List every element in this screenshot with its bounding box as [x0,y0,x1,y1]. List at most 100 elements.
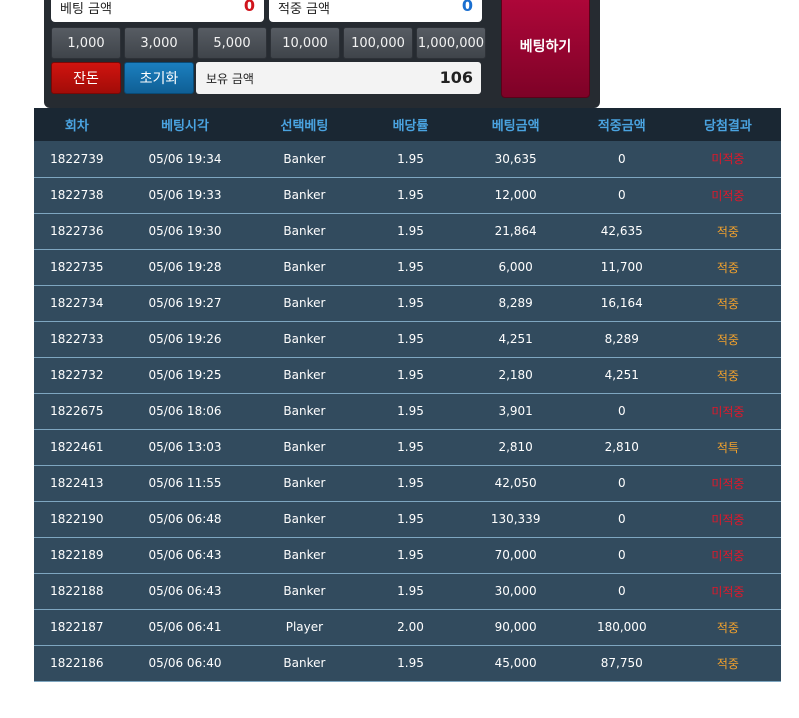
chip-1000000-button[interactable]: 1,000,000 [416,27,486,59]
cell-win-amount: 8,289 [604,332,639,346]
cell-bet-amount: 30,635 [494,151,537,166]
cell-bet-amount: 6,000 [498,260,533,274]
cell-bet-amount: 45,000 [494,656,537,670]
cell-bet-amount: 8,289 [498,296,533,310]
cell-win-amount: 0 [617,188,626,202]
table-row: 1822739 05/06 19:34 Banker 1.95 30,635 0 미적중 [34,141,781,177]
cell-win-amount: 180,000 [596,620,647,634]
cell-pick: Banker [283,188,326,202]
cell-round: 1822675 [50,404,104,418]
header-time: 베팅시각 [161,119,209,134]
cell-pick: Banker [283,260,326,274]
cell-round: 1822733 [50,332,104,346]
cell-odds: 1.95 [397,151,424,166]
cell-pick: Banker [283,440,326,454]
cell-round: 1822732 [50,368,104,382]
table-row: 1822188 05/06 06:43 Banker 1.95 30,000 0 미적중 [34,573,781,609]
table-row: 1822190 05/06 06:48 Banker 1.95 130,339 0 미적중 [34,501,781,537]
cell-round: 1822188 [50,584,104,598]
cell-time: 05/06 06:40 [148,656,222,670]
cell-result: 적특 [716,440,739,455]
bet-amount-value: 0 [243,0,255,15]
table-row: 1822186 05/06 06:40 Banker 1.95 45,000 87,750… [34,645,781,681]
cell-result: 미적중 [711,512,745,527]
bet-amount-field: 베팅 금액 0 [51,0,264,22]
cell-round: 1822739 [50,151,104,166]
chip-3000-button[interactable]: 3,000 [124,27,194,59]
win-amount-field: 적중 금액 0 [269,0,482,22]
header-bet: 베팅금액 [491,119,540,134]
table-row: 1822734 05/06 19:27 Banker 1.95 8,289 16,164 적… [34,285,781,321]
cell-win-amount: 2,810 [604,440,639,454]
cell-round: 1822736 [50,224,104,238]
place-bet-button[interactable]: 베팅하기 [501,0,590,98]
table-header-row: 회차 베팅시각 선택베팅 배당률 베팅금액 적중금액 당첨결과 [34,108,781,141]
cell-win-amount: 0 [617,512,626,526]
cell-result: 적중 [716,260,739,275]
chip-1000-button[interactable]: 1,000 [51,27,121,59]
cell-pick: Banker [283,548,326,562]
cell-odds: 1.95 [397,368,424,382]
cell-round: 1822189 [50,548,104,562]
cell-pick: Banker [283,332,326,346]
cell-round: 1822734 [50,296,104,310]
cell-win-amount: 0 [617,476,626,490]
cell-win-amount: 0 [617,404,626,418]
cell-time: 05/06 06:48 [148,512,222,526]
cell-bet-amount: 4,251 [498,332,533,346]
cell-win-amount: 4,251 [604,368,639,382]
cell-time: 05/06 06:43 [148,548,222,562]
cell-win-amount: 0 [617,151,626,166]
cell-round: 1822186 [50,656,104,670]
cell-win-amount: 42,635 [600,224,643,238]
cell-result: 미적중 [711,476,745,491]
cell-result: 적중 [716,332,739,347]
cell-bet-amount: 2,180 [498,368,533,382]
cell-round: 1822190 [50,512,104,526]
cell-result: 미적중 [711,584,745,599]
cell-bet-amount: 12,000 [494,188,537,202]
cell-time: 05/06 19:26 [148,332,222,346]
cell-odds: 1.95 [397,548,424,562]
header-pick: 선택베팅 [280,119,329,134]
table-row: 1822187 05/06 06:41 Player 2.00 90,000 180,00… [34,609,781,645]
cell-bet-amount: 42,050 [494,476,537,490]
cell-bet-amount: 2,810 [498,440,533,454]
cell-odds: 1.95 [397,440,424,454]
table-row: 1822732 05/06 19:25 Banker 1.95 2,180 4,251 적중 [34,357,781,393]
cell-time: 05/06 11:55 [148,476,222,490]
bet-panel: 베팅 금액 0 적중 금액 0 1,000 3,000 5,000 10,000… [44,0,600,108]
cell-odds: 1.95 [397,512,424,526]
table-row: 1822189 05/06 06:43 Banker 1.95 70,000 0 미적중 [34,537,781,573]
chip-10000-button[interactable]: 10,000 [270,27,340,59]
cell-odds: 2.00 [397,620,424,634]
reset-button[interactable]: 초기화 [124,62,194,94]
chip-5000-button[interactable]: 5,000 [197,27,267,59]
cell-odds: 1.95 [397,188,424,202]
cell-odds: 1.95 [397,476,424,490]
header-win: 적중금액 [597,119,646,134]
cell-odds: 1.95 [397,296,424,310]
cell-result: 미적중 [711,152,745,167]
chip-100000-button[interactable]: 100,000 [343,27,413,59]
cell-time: 05/06 19:28 [148,260,222,274]
balance-button[interactable]: 잔돈 [51,62,121,94]
cell-result: 적중 [716,296,739,311]
cell-result: 적중 [716,656,739,671]
holding-amount-label: 보유 금액 [206,72,254,86]
cell-win-amount: 0 [617,584,626,598]
bet-amount-label: 베팅 금액 [60,2,112,17]
cell-result: 적중 [716,368,739,383]
cell-bet-amount: 130,339 [490,512,541,526]
header-result: 당첨결과 [703,119,752,134]
cell-time: 05/06 19:25 [148,368,222,382]
cell-pick: Player [285,620,324,634]
win-amount-value: 0 [461,0,473,15]
cell-result: 미적중 [711,188,745,203]
cell-odds: 1.95 [397,224,424,238]
cell-round: 1822187 [50,620,104,634]
cell-time: 05/06 06:41 [148,620,222,634]
cell-round: 1822735 [50,260,104,274]
cell-bet-amount: 90,000 [494,620,537,634]
table-row: 1822736 05/06 19:30 Banker 1.95 21,864 42,635… [34,213,781,249]
